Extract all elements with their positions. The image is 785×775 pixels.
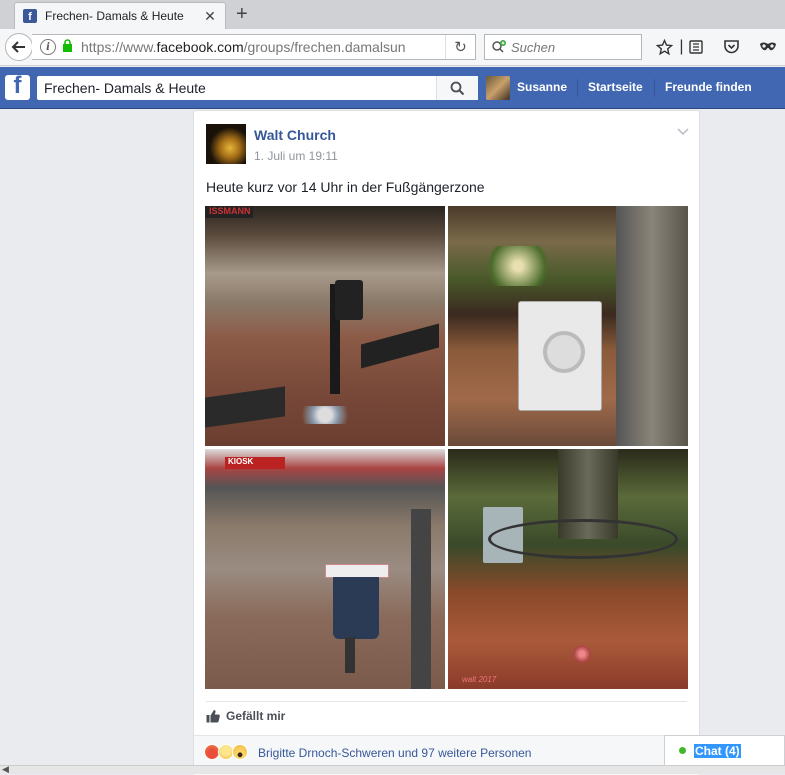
scroll-left-arrow-icon[interactable]: ◀ <box>2 764 9 775</box>
find-friends-link[interactable]: Freunde finden <box>665 80 752 94</box>
author-name[interactable]: Walt Church <box>254 127 336 143</box>
search-placeholder: Suchen <box>511 39 556 55</box>
back-button[interactable] <box>5 33 33 61</box>
reactions-summary-link[interactable]: Brigitte Drnoch-Schweren und 97 weitere … <box>258 746 531 760</box>
post-timestamp[interactable]: 1. Juli um 19:11 <box>254 149 338 163</box>
feed-post: Walt Church 1. Juli um 19:11 Heute kurz … <box>193 110 700 775</box>
photo-grid: ISSMANN KIOSK walt 2017 <box>205 206 689 690</box>
like-label: Gefällt mir <box>226 709 286 723</box>
like-button[interactable]: Gefällt mir <box>206 709 285 723</box>
bookmark-star-icon[interactable] <box>655 38 673 56</box>
browser-tab[interactable]: f Frechen- Damals & Heute ✕ <box>14 2 226 29</box>
back-arrow-icon <box>11 41 25 53</box>
photo-kiosk-overflowing-bin[interactable]: KIOSK <box>205 449 445 689</box>
profile-link[interactable]: Susanne <box>517 80 567 94</box>
facebook-favicon-icon: f <box>23 9 37 23</box>
photo-sign: ISSMANN <box>205 206 253 218</box>
photo-bin <box>333 577 379 639</box>
photo-post <box>411 509 431 689</box>
photo-street-bin-bench[interactable]: ISSMANN <box>205 206 445 446</box>
wow-emoji-icon <box>232 744 248 760</box>
home-link[interactable]: Startseite <box>588 80 643 94</box>
photo-washing-machine-tree[interactable] <box>448 206 688 446</box>
url-text: https://www.facebook.com/groups/frechen.… <box>81 39 406 55</box>
photo-tree-trunk <box>616 206 688 446</box>
author-avatar[interactable] <box>206 124 246 164</box>
facebook-search-button[interactable] <box>436 76 478 100</box>
photo-tree-ring <box>488 519 678 559</box>
tab-title: Frechen- Damals & Heute <box>45 9 184 23</box>
pocket-icon[interactable] <box>722 38 740 56</box>
close-tab-icon[interactable]: ✕ <box>201 8 219 25</box>
thumbs-up-icon <box>206 710 220 723</box>
photo-bench <box>205 386 285 428</box>
facebook-logo-icon[interactable]: f <box>5 75 30 100</box>
lock-icon <box>62 39 73 55</box>
toolbar-separator: | <box>679 38 684 55</box>
browser-toolbar: i https://www.facebook.com/groups/freche… <box>0 29 785 66</box>
reaction-icons[interactable] <box>204 744 248 760</box>
reading-list-icon[interactable] <box>687 38 705 56</box>
photo-machine-door <box>543 331 585 373</box>
magnifier-icon <box>450 81 465 95</box>
action-divider <box>206 701 687 702</box>
photo-litter <box>293 406 357 424</box>
facebook-header: f Frechen- Damals & Heute Susanne Starts… <box>0 67 785 109</box>
photo-watermark: walt 2017 <box>462 675 497 684</box>
new-tab-icon[interactable]: + <box>236 3 248 26</box>
photo-bin <box>335 280 363 320</box>
user-avatar[interactable] <box>486 76 510 100</box>
post-text: Heute kurz vor 14 Uhr in der Fußgängerzo… <box>206 179 485 195</box>
nav-divider <box>654 79 655 97</box>
url-bar[interactable]: i https://www.facebook.com/groups/freche… <box>32 34 476 60</box>
reload-icon[interactable]: ↻ <box>445 35 475 59</box>
photo-bench <box>361 323 439 369</box>
private-mask-icon[interactable] <box>759 38 777 56</box>
chat-label: Chat (4) <box>694 743 741 758</box>
nav-divider <box>577 79 578 97</box>
facebook-search-field[interactable]: Frechen- Damals & Heute <box>37 76 478 100</box>
photo-bin-lid-litter <box>325 564 389 578</box>
site-info-icon[interactable]: i <box>40 39 56 55</box>
browser-tab-strip: f Frechen- Damals & Heute ✕ + <box>0 0 785 29</box>
chat-tab[interactable]: Chat (4) <box>664 735 785 765</box>
post-options-chevron-icon[interactable] <box>677 125 689 139</box>
browser-search-box[interactable]: Suchen <box>484 34 642 60</box>
photo-tree-bin-litter[interactable]: walt 2017 <box>448 449 688 689</box>
photo-pole <box>345 637 355 673</box>
horizontal-scrollbar[interactable]: ◀ <box>0 764 785 775</box>
online-status-icon <box>679 747 686 754</box>
facebook-search-input[interactable]: Frechen- Damals & Heute <box>37 80 436 96</box>
photo-flowers <box>478 246 558 286</box>
search-engine-icon <box>492 40 506 53</box>
photo-sign: KIOSK <box>225 457 285 469</box>
photo-litter <box>572 645 592 663</box>
